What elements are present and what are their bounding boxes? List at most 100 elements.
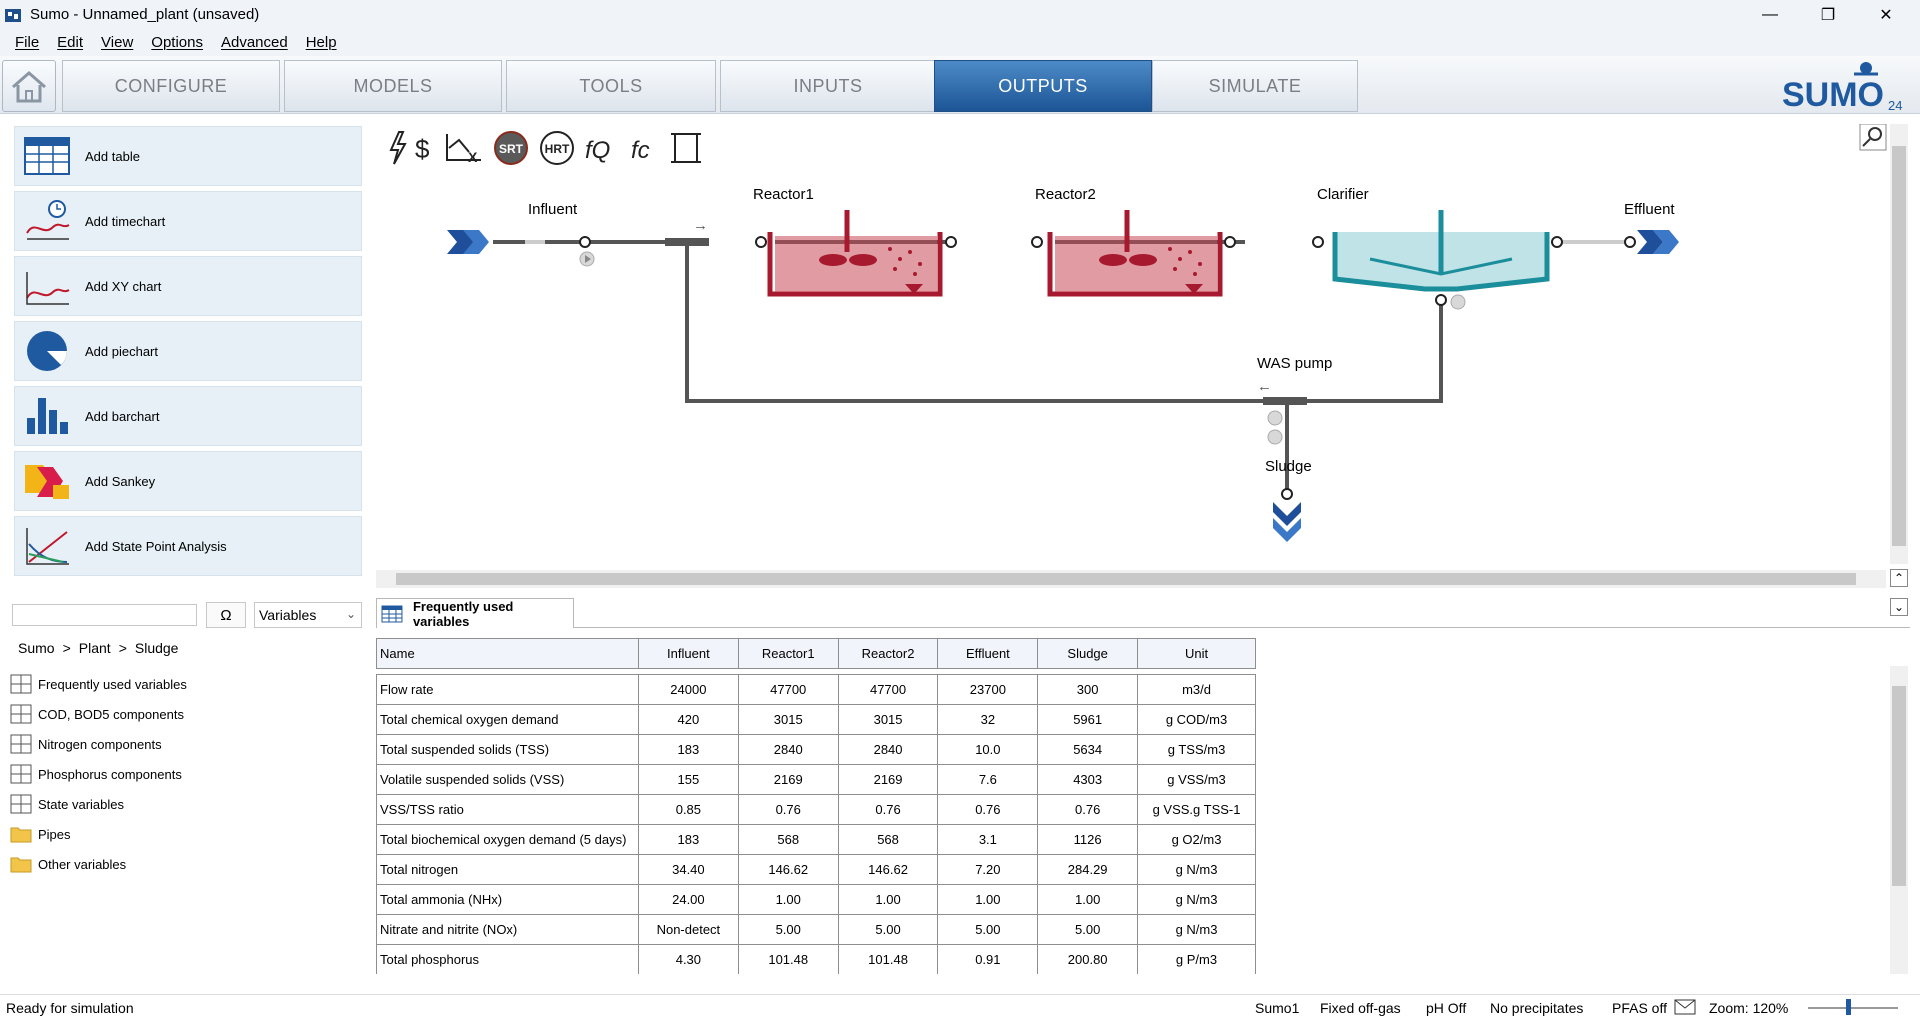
variables-table: Name Influent Reactor1 Reactor2 Effluent… [376,638,1256,974]
plant-diagram-canvas[interactable]: → ← Influent Reactor1 Reactor2 Clarifier… [375,123,1890,572]
table-row[interactable]: Total phosphorus 4.30 101.48 101.48 0.91 200.… [376,944,1256,974]
tab-simulate[interactable]: SIMULATE [1152,60,1358,112]
table-cell: 0.76 [937,794,1039,825]
tree-item[interactable]: Other variables [10,849,360,879]
column-header[interactable]: Reactor1 [737,638,839,669]
chart-x-icon: X [446,134,481,165]
table-row[interactable]: Total nitrogen 34.40 146.62 146.62 7.20 284.2… [376,854,1256,885]
table-row[interactable]: Total chemical oxygen demand 420 3015 3015 3… [376,704,1256,735]
xy-chart-icon [26,272,70,305]
scroll-icon [671,133,701,163]
canvas-vertical-scrollbar[interactable] [1890,124,1908,564]
menu-edit[interactable]: Edit [57,34,83,51]
column-header[interactable]: Effluent [937,638,1039,669]
table-cell: 155 [637,764,739,795]
add-xy-chart-button[interactable]: Add XY chart [14,256,362,316]
table-row[interactable]: Volatile suspended solids (VSS) 155 2169 21… [376,764,1256,795]
table-cell: Total phosphorus [376,944,639,974]
table-row[interactable]: VSS/TSS ratio 0.85 0.76 0.76 0.76 0.76 g VSS.g… [376,794,1256,825]
tab-frequently-used-variables[interactable]: Frequently used variables [376,598,574,629]
table-cell: 10.0 [937,734,1039,765]
table-row[interactable]: Total ammonia (NHx) 24.00 1.00 1.00 1.00 1.00… [376,884,1256,915]
sankey-icon [25,465,69,499]
scroll-thumb[interactable] [396,573,1856,585]
add-barchart-label: Add barchart [85,408,160,424]
breadcrumb-item[interactable]: Sumo [18,640,55,656]
close-icon[interactable]: ✕ [1858,0,1914,29]
zoom-slider-thumb[interactable] [1846,999,1851,1015]
column-header[interactable]: Name [376,638,639,669]
breadcrumb-item[interactable]: Sludge [135,640,179,656]
title-bar: Sumo - Unnamed_plant (unsaved) — ❐ ✕ [0,0,1920,29]
restore-icon[interactable]: ❐ [1800,0,1856,29]
column-header[interactable]: Influent [637,638,739,669]
status-pfas[interactable]: PFAS off [1612,1000,1667,1016]
tab-tools[interactable]: TOOLS [506,60,716,112]
canvas-horizontal-scrollbar[interactable] [376,570,1886,588]
scroll-thumb[interactable] [1892,686,1906,886]
table-row[interactable]: Total biochemical oxygen demand (5 days)… [376,824,1256,855]
tree-item[interactable]: COD, BOD5 components [10,699,360,729]
table-cell: 5.00 [937,914,1039,945]
expand-icon[interactable]: ⌃ [1890,569,1908,587]
zoom-slider-track[interactable] [1808,1007,1898,1009]
omega-button[interactable]: Ω [206,602,246,628]
status-offgas[interactable]: Fixed off-gas [1320,1000,1401,1016]
column-header[interactable]: Unit [1137,638,1256,669]
tab-outputs[interactable]: OUTPUTS [934,60,1152,112]
variables-select[interactable]: Variables ⌄ [254,602,362,628]
status-ph[interactable]: pH Off [1426,1000,1466,1016]
scroll-thumb[interactable] [1892,146,1906,546]
tab-configure[interactable]: CONFIGURE [62,60,280,112]
table-row[interactable]: Flow rate 24000 47700 47700 23700 300 m3/d [376,674,1256,705]
table-cell: 1.00 [937,884,1039,915]
menu-view[interactable]: View [101,34,133,51]
table-cell: 284.29 [1037,854,1139,885]
menu-options[interactable]: Options [151,34,203,51]
tree-item[interactable]: State variables [10,789,360,819]
add-table-button[interactable]: Add table [14,126,362,186]
lightning-icon [389,131,407,165]
tab-models[interactable]: MODELS [284,60,502,112]
home-button[interactable] [2,60,56,112]
variable-search-input[interactable] [12,604,197,626]
add-timechart-button[interactable]: Add timechart [14,191,362,251]
menu-help[interactable]: Help [306,34,337,51]
table-icon [381,605,403,622]
add-sankey-button[interactable]: Add Sankey [14,451,362,511]
breadcrumb-separator: > [118,640,127,656]
tree-item[interactable]: Nitrogen components [10,729,360,759]
column-header[interactable]: Sludge [1037,638,1139,669]
tree-item[interactable]: Pipes [10,819,360,849]
table-cell: Total ammonia (NHx) [376,884,639,915]
table-row[interactable]: Nitrate and nitrite (NOx) Non-detect 5.00 5… [376,914,1256,945]
mail-icon[interactable] [1674,999,1696,1018]
menu-file[interactable]: File [15,34,39,51]
add-piechart-button[interactable]: Add piechart [14,321,362,381]
logo-text: SUMO [1782,76,1884,112]
column-header[interactable]: Reactor2 [837,638,939,669]
connector-point [1281,488,1293,500]
status-model[interactable]: Sumo1 [1255,1000,1299,1016]
minimize-icon[interactable]: — [1742,0,1798,29]
table-vertical-scrollbar[interactable] [1890,666,1908,974]
breadcrumb-item[interactable]: Plant [79,640,111,656]
connector-point [579,236,591,248]
table-cell: VSS/TSS ratio [376,794,639,825]
flow-arrow-left: ← [1257,378,1272,395]
table-cell: 1.00 [1037,884,1139,915]
table-cell: 5961 [1037,704,1139,735]
tab-inputs[interactable]: INPUTS [720,60,936,112]
connector-point [1031,236,1043,248]
collapse-icon[interactable]: ⌄ [1890,598,1908,616]
table-row[interactable]: Total suspended solids (TSS) 183 2840 2840 1… [376,734,1256,765]
table-cell: 1126 [1037,824,1139,855]
tree-item[interactable]: Phosphorus components [10,759,360,789]
fq-icon: fQ [585,137,610,164]
menu-advanced[interactable]: Advanced [221,34,288,51]
tree-item[interactable]: Frequently used variables [10,669,360,699]
add-barchart-button[interactable]: Add barchart [14,386,362,446]
table-cell: 146.62 [837,854,939,885]
add-state-point-analysis-button[interactable]: Add State Point Analysis [14,516,362,576]
status-precipitates[interactable]: No precipitates [1490,1000,1583,1016]
